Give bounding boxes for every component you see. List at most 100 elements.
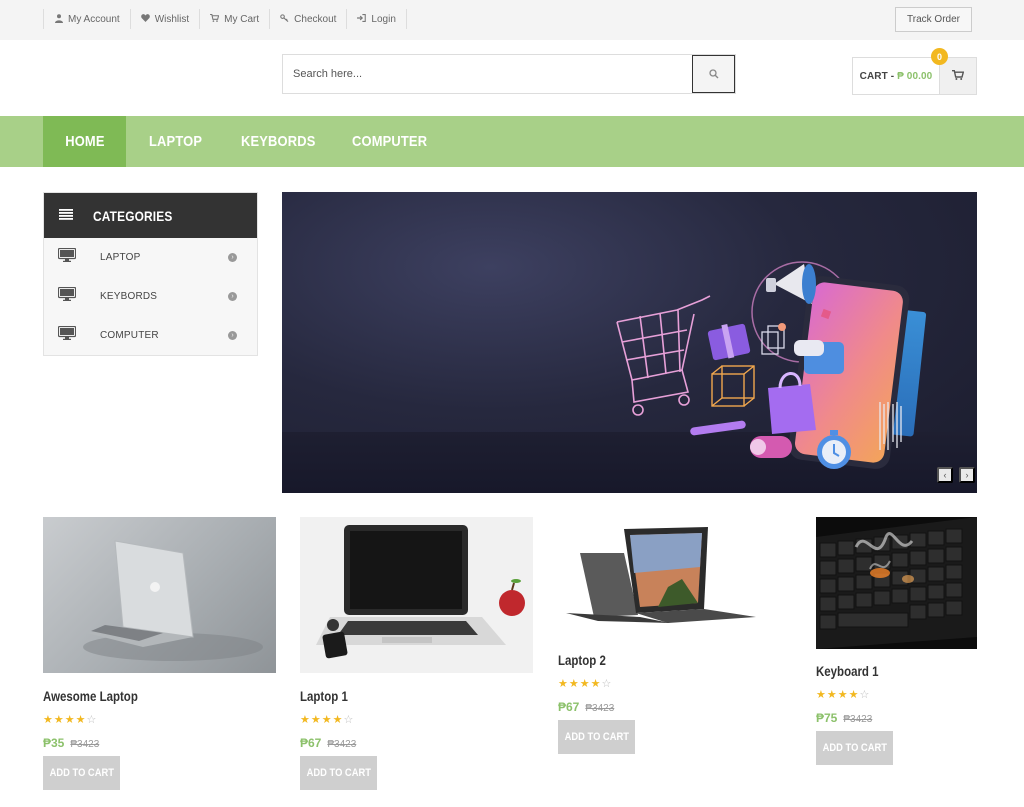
arrow-right-icon: › (228, 331, 237, 340)
user-icon (54, 13, 63, 25)
add-to-cart-button[interactable]: ADD TO CART (816, 731, 893, 765)
search-icon (709, 67, 719, 82)
my-account-link[interactable]: My Account (43, 9, 130, 29)
cart-icon (210, 13, 220, 24)
checkout-link[interactable]: Checkout (269, 9, 346, 29)
product-image[interactable] (43, 517, 276, 673)
categories-panel: CATEGORIES LAPTOP › KEYBORDS › COMPUTER … (43, 192, 258, 356)
main-nav: HOME LAPTOP KEYBORDS COMPUTER (0, 116, 1024, 167)
star-empty-icon: ☆ (86, 714, 98, 726)
checkout-label: Checkout (294, 13, 337, 25)
star-filled-icon: ★ (310, 714, 322, 726)
search-bar (282, 54, 736, 94)
arrow-right-icon: › (228, 253, 237, 262)
product-image[interactable] (300, 517, 533, 673)
my-cart-label: My Cart (224, 13, 260, 25)
star-filled-icon: ★ (64, 714, 76, 726)
add-to-cart-button[interactable]: ADD TO CART (43, 756, 120, 790)
product-price: ₱75 ₱3423 (816, 711, 872, 725)
price-current: ₱75 (816, 711, 838, 725)
star-filled-icon: ★ (826, 689, 838, 701)
header-cart[interactable]: CART - ₱ 00.00 (852, 57, 977, 95)
star-filled-icon: ★ (848, 689, 860, 701)
login-link[interactable]: Login (346, 9, 407, 29)
star-filled-icon: ★ (332, 714, 344, 726)
monitor-icon (57, 286, 77, 306)
price-current: ₱67 (300, 736, 322, 750)
star-filled-icon: ★ (53, 714, 65, 726)
product-card: Awesome Laptop ★★★★☆ ₱35 ₱3423 ADD TO CA… (43, 517, 276, 797)
add-to-cart-label: ADD TO CART (306, 767, 371, 779)
product-price: ₱67 ₱3423 (300, 736, 356, 750)
laptop-photo (83, 540, 263, 661)
nav-item-computer[interactable]: COMPUTER (352, 116, 427, 167)
category-item-computer[interactable]: COMPUTER › (44, 316, 257, 355)
star-filled-icon: ★ (579, 678, 591, 690)
product-title[interactable]: Laptop 1 (300, 688, 348, 704)
star-filled-icon: ★ (816, 689, 827, 701)
chevron-right-icon: › (965, 470, 969, 480)
cart-icon (952, 67, 965, 85)
nav-item-home[interactable]: HOME (43, 116, 126, 167)
category-label: LAPTOP (100, 252, 141, 263)
star-filled-icon: ★ (300, 714, 311, 726)
add-to-cart-label: ADD TO CART (822, 742, 887, 754)
price-current: ₱67 (558, 700, 580, 714)
star-filled-icon: ★ (590, 678, 602, 690)
product-card: Laptop 1 ★★★★☆ ₱67 ₱3423 ADD TO CART (300, 517, 533, 797)
star-filled-icon: ★ (837, 689, 849, 701)
rating-stars: ★★★★☆ (558, 677, 612, 690)
search-button[interactable] (692, 55, 735, 93)
my-cart-link[interactable]: My Cart (199, 9, 269, 29)
product-title[interactable]: Keyboard 1 (816, 663, 879, 679)
categories-title: CATEGORIES (93, 207, 173, 224)
laptop-photo (316, 525, 525, 659)
star-empty-icon: ☆ (343, 714, 355, 726)
banner-prev-button[interactable]: ‹ (937, 467, 953, 483)
login-label: Login (371, 13, 396, 25)
category-label: COMPUTER (100, 330, 159, 341)
cart-summary: CART - ₱ 00.00 (853, 58, 939, 94)
product-image[interactable] (558, 517, 791, 637)
wishlist-label: Wishlist (154, 13, 190, 25)
chevron-left-icon: ‹ (943, 470, 947, 480)
rating-stars: ★★★★☆ (816, 688, 870, 701)
nav-item-keybords[interactable]: KEYBORDS (241, 116, 315, 167)
category-label: KEYBORDS (100, 291, 158, 302)
product-image[interactable] (816, 517, 977, 649)
product-card: Keyboard 1 ★★★★☆ ₱75 ₱3423 ADD TO CART (816, 517, 977, 777)
rating-stars: ★★★★☆ (43, 713, 97, 726)
search-input[interactable] (283, 55, 692, 93)
cart-label: CART - (859, 70, 895, 82)
product-title[interactable]: Laptop 2 (558, 652, 606, 668)
category-item-laptop[interactable]: LAPTOP › (44, 238, 257, 277)
price-current: ₱35 (43, 736, 65, 750)
hero-banner: ‹ › (282, 192, 977, 493)
nav-home-label: HOME (64, 133, 105, 150)
cart-icon-button[interactable] (939, 58, 976, 94)
add-to-cart-button[interactable]: ADD TO CART (558, 720, 635, 754)
price-old: ₱3423 (70, 739, 100, 750)
top-links: My Account Wishlist My Cart Checkout Log… (43, 9, 407, 29)
my-account-label: My Account (68, 13, 120, 25)
heart-icon (140, 14, 150, 24)
add-to-cart-label: ADD TO CART (564, 731, 629, 743)
category-item-keybords[interactable]: KEYBORDS › (44, 277, 257, 316)
price-old: ₱3423 (843, 714, 873, 725)
star-empty-icon: ☆ (859, 689, 871, 701)
categories-header: CATEGORIES (44, 193, 257, 238)
add-to-cart-button[interactable]: ADD TO CART (300, 756, 377, 790)
product-price: ₱35 ₱3423 (43, 736, 99, 750)
nav-item-laptop[interactable]: LAPTOP (149, 116, 202, 167)
top-bar: My Account Wishlist My Cart Checkout Log… (0, 0, 1024, 40)
add-to-cart-label: ADD TO CART (49, 767, 114, 779)
cart-count-badge: 0 (931, 48, 948, 65)
track-order-button[interactable]: Track Order (895, 7, 972, 32)
wishlist-link[interactable]: Wishlist (129, 9, 199, 29)
product-title[interactable]: Awesome Laptop (43, 688, 138, 704)
star-filled-icon: ★ (568, 678, 580, 690)
star-filled-icon: ★ (75, 714, 87, 726)
banner-next-button[interactable]: › (959, 467, 975, 483)
monitor-icon (57, 247, 77, 267)
rating-stars: ★★★★☆ (300, 713, 354, 726)
